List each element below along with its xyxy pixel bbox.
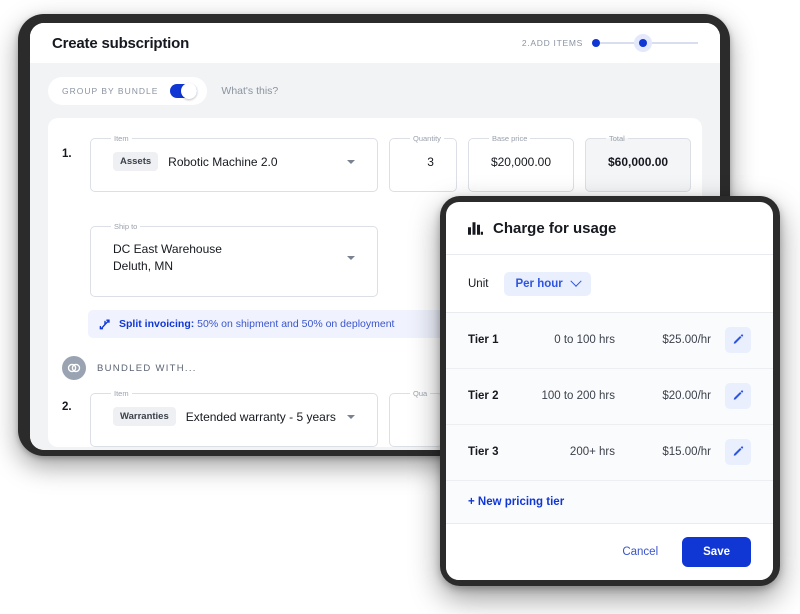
chevron-down-icon	[347, 159, 355, 164]
table-row: Tier 2 100 to 200 hrs $20.00/hr	[446, 369, 773, 425]
edit-tier-button[interactable]	[725, 327, 751, 354]
base-price-value: $20,000.00	[490, 154, 551, 169]
group-by-bundle-pill[interactable]: GROUP BY BUNDLE	[48, 77, 208, 105]
item-number: 1.	[62, 148, 72, 160]
unit-label: Unit	[468, 277, 489, 290]
total-legend: Total	[609, 134, 625, 143]
quantity-value: 3	[427, 154, 434, 169]
item-select[interactable]: Item Warranties Extended warranty - 5 ye…	[90, 389, 378, 447]
quantity-legend: Qua	[413, 389, 428, 399]
item-name: Robotic Machine 2.0	[168, 154, 278, 169]
tier-name: Tier 2	[468, 390, 499, 403]
quantity-field[interactable]: Quantity 3	[389, 134, 457, 192]
stepper-dot-current[interactable]	[634, 34, 652, 52]
group-by-bundle-label: GROUP BY BUNDLE	[62, 86, 159, 96]
tier-price: $15.00/hr	[662, 446, 711, 459]
item-category-chip: Warranties	[113, 407, 176, 427]
new-pricing-tier-button[interactable]: + New pricing tier	[446, 481, 773, 523]
tier-range: 0 to 100 hrs	[554, 334, 615, 347]
group-by-bundle-row: GROUP BY BUNDLE What's this?	[48, 77, 702, 105]
unit-row: Unit Per hour	[446, 255, 773, 313]
item-legend: Item	[114, 134, 129, 143]
item-legend: Item	[114, 389, 129, 399]
split-branch-icon	[99, 319, 110, 330]
chevron-down-icon	[347, 414, 355, 419]
chevron-down-icon	[347, 256, 355, 261]
item-category-chip: Assets	[113, 152, 159, 172]
pricing-tiers-list: Tier 1 0 to 100 hrs $25.00/hr Tier 2 100…	[446, 312, 773, 523]
ship-to-select[interactable]: Ship to DC East Warehouse Deluth, MN	[90, 221, 378, 298]
tier-price: $20.00/hr	[662, 390, 711, 403]
base-price-legend: Base price	[491, 134, 528, 143]
save-button[interactable]: Save	[682, 536, 751, 567]
window-header: Create subscription 2.ADD ITEMS	[30, 23, 720, 63]
tier-name: Tier 3	[468, 446, 499, 459]
split-invoicing-detail: 50% on shipment and 50% on deployment	[194, 318, 395, 331]
item-name: Extended warranty - 5 years	[185, 409, 336, 424]
item-number: 2.	[62, 401, 72, 414]
overlapping-circles-icon	[67, 363, 81, 373]
pencil-icon	[733, 390, 744, 400]
ship-to-line2: Deluth, MN	[113, 259, 174, 274]
tier-price: $25.00/hr	[662, 334, 711, 347]
stepper-track-1	[600, 42, 634, 44]
tier-name: Tier 1	[468, 334, 499, 347]
tier-range: 200+ hrs	[569, 446, 615, 459]
whats-this-link[interactable]: What's this?	[221, 85, 278, 97]
progress-stepper: 2.ADD ITEMS	[522, 34, 698, 52]
screenshot-root: Create subscription 2.ADD ITEMS GROUP BY…	[0, 0, 800, 614]
charge-for-usage-panel: Charge for usage Unit Per hour Tier 1 0 …	[446, 202, 773, 580]
edit-tier-button[interactable]	[725, 439, 751, 466]
stepper-dot-completed[interactable]	[592, 39, 600, 47]
pencil-icon	[733, 446, 744, 456]
base-price-field[interactable]: Base price $20,000.00	[467, 134, 574, 192]
unit-select[interactable]: Per hour	[504, 271, 591, 296]
total-field: Total $60,000.00	[585, 134, 692, 192]
ship-to-legend: Ship to	[114, 221, 138, 231]
page-title: Create subscription	[52, 34, 190, 52]
chevron-down-icon	[570, 275, 582, 287]
cancel-button[interactable]: Cancel	[616, 545, 664, 559]
stepper-label: 2.ADD ITEMS	[521, 38, 583, 48]
total-value: $60,000.00	[608, 154, 669, 169]
table-row: Tier 3 200+ hrs $15.00/hr	[446, 425, 773, 481]
panel-title: Charge for usage	[493, 219, 617, 237]
stepper-track-2	[652, 42, 698, 44]
quantity-legend: Quantity	[413, 134, 441, 143]
panel-header: Charge for usage	[446, 202, 773, 256]
pencil-icon	[733, 334, 744, 344]
split-invoicing-text: Split invoicing: 50% on shipment and 50%…	[119, 318, 394, 330]
panel-footer: Cancel Save	[446, 522, 773, 580]
group-by-bundle-toggle[interactable]	[170, 83, 198, 99]
split-invoicing-label: Split invoicing:	[119, 318, 195, 331]
unit-value: Per hour	[515, 277, 563, 290]
ship-to-line1: DC East Warehouse	[113, 242, 222, 257]
table-row: Tier 1 0 to 100 hrs $25.00/hr	[446, 313, 773, 369]
bundled-with-label: BUNDLED WITH...	[97, 362, 197, 374]
tier-range: 100 to 200 hrs	[541, 390, 615, 403]
quantity-field[interactable]: Qua	[389, 389, 444, 447]
bar-chart-icon	[468, 221, 483, 235]
bundle-link-icon	[62, 356, 86, 381]
edit-tier-button[interactable]	[725, 383, 751, 410]
item-select[interactable]: Item Assets Robotic Machine 2.0	[90, 134, 378, 192]
